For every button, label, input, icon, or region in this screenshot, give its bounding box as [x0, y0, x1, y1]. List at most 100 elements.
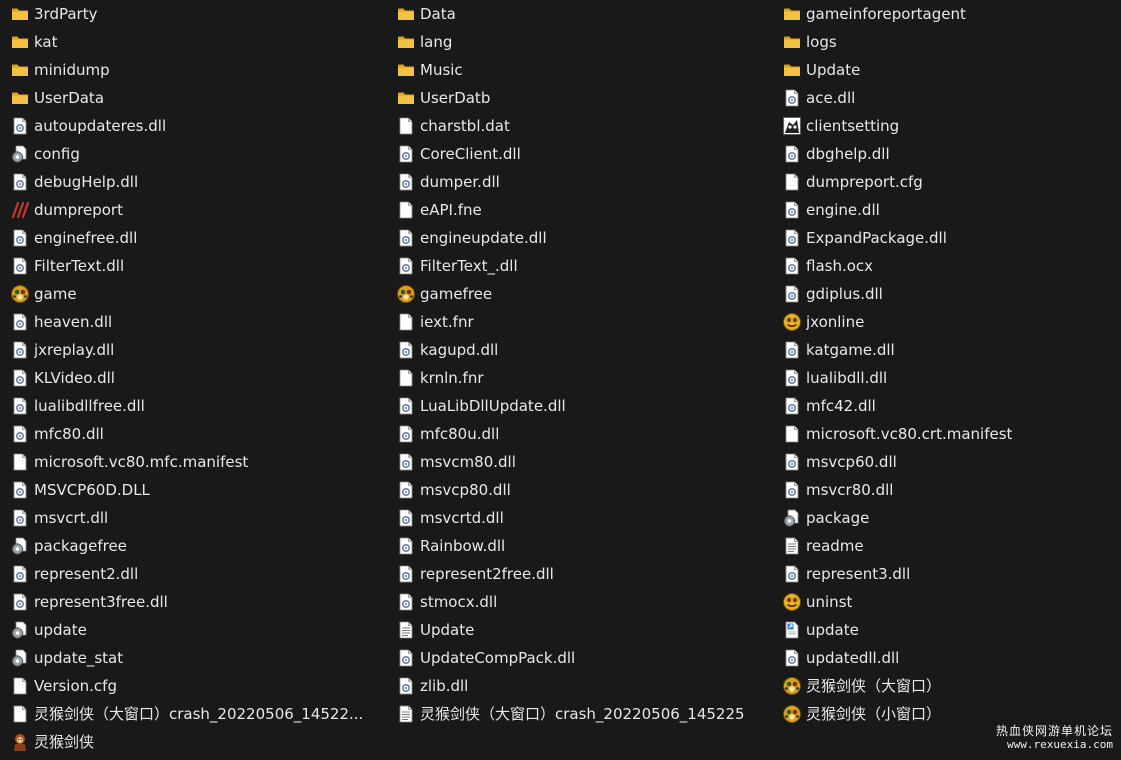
dll-icon [10, 396, 30, 416]
file-name: FilterText.dll [34, 257, 125, 275]
file-item-updatecomppack-dll[interactable]: UpdateCompPack.dll [396, 644, 575, 672]
blank-file-icon [10, 452, 30, 472]
file-item-represent3-dll[interactable]: represent3.dll [782, 560, 910, 588]
file-item-mfc42-dll[interactable]: mfc42.dll [782, 392, 876, 420]
file-item-uninst[interactable]: uninst [782, 588, 852, 616]
file-item-katgame-dll[interactable]: katgame.dll [782, 336, 895, 364]
file-name: jxreplay.dll [34, 341, 115, 359]
file-item-coreclient-dll[interactable]: CoreClient.dll [396, 140, 521, 168]
file-item-rainbow-dll[interactable]: Rainbow.dll [396, 532, 505, 560]
dll-icon [782, 340, 802, 360]
file-item-eapi-fne[interactable]: eAPI.fne [396, 196, 482, 224]
folder-icon [782, 32, 802, 52]
file-item-update[interactable]: update [782, 616, 859, 644]
file-item-msvcp60d-dll[interactable]: MSVCP60D.DLL [10, 476, 150, 504]
file-item-microsoft-vc80-crt-manifest[interactable]: microsoft.vc80.crt.manifest [782, 420, 1012, 448]
file-item-engine-dll[interactable]: engine.dll [782, 196, 880, 224]
file-item-iext-fnr[interactable]: iext.fnr [396, 308, 474, 336]
file-item-userdata[interactable]: UserData [10, 84, 104, 112]
dll-icon [396, 508, 416, 528]
game-app-icon [10, 284, 30, 304]
file-item-autoupdateres-dll[interactable]: autoupdateres.dll [10, 112, 166, 140]
file-item-dumper-dll[interactable]: dumper.dll [396, 168, 500, 196]
file-item-flash-ocx[interactable]: flash.ocx [782, 252, 873, 280]
file-item-update[interactable]: Update [396, 616, 474, 644]
file-name: UserDatb [420, 89, 491, 107]
file-item-msvcrtd-dll[interactable]: msvcrtd.dll [396, 504, 504, 532]
file-item-lualibdllfree-dll[interactable]: lualibdllfree.dll [10, 392, 145, 420]
file-item-dbghelp-dll[interactable]: dbghelp.dll [782, 140, 890, 168]
file-item-item[interactable]: 灵猴剑侠 [10, 728, 94, 756]
file-item-kagupd-dll[interactable]: kagupd.dll [396, 336, 498, 364]
file-item-debughelp-dll[interactable]: debugHelp.dll [10, 168, 138, 196]
file-item-lualibdll-dll[interactable]: lualibdll.dll [782, 364, 887, 392]
file-item-msvcm80-dll[interactable]: msvcm80.dll [396, 448, 516, 476]
dll-icon [10, 228, 30, 248]
file-item-game[interactable]: game [10, 280, 77, 308]
file-item-mfc80u-dll[interactable]: mfc80u.dll [396, 420, 499, 448]
file-item-dumpreport[interactable]: dumpreport [10, 196, 123, 224]
file-name: updatedll.dll [806, 649, 900, 667]
file-item-gamefree[interactable]: gamefree [396, 280, 492, 308]
file-item-kat[interactable]: kat [10, 28, 58, 56]
file-item-gameinforeportagent[interactable]: gameinforeportagent [782, 0, 966, 28]
file-item-mfc80-dll[interactable]: mfc80.dll [10, 420, 104, 448]
file-item-microsoft-vc80-mfc-manifest[interactable]: microsoft.vc80.mfc.manifest [10, 448, 248, 476]
file-item-item[interactable]: 灵猴剑侠（小窗口） [782, 700, 941, 728]
file-item-enginefree-dll[interactable]: enginefree.dll [10, 224, 137, 252]
file-item-jxreplay-dll[interactable]: jxreplay.dll [10, 336, 114, 364]
file-item-crash-20220506-14522[interactable]: 灵猴剑侠（大窗口）crash_20220506_14522... [10, 700, 363, 728]
file-item-heaven-dll[interactable]: heaven.dll [10, 308, 112, 336]
file-name: debugHelp.dll [34, 173, 139, 191]
file-item-clientsetting[interactable]: clientsetting [782, 112, 899, 140]
file-item-music[interactable]: Music [396, 56, 463, 84]
file-item-represent2free-dll[interactable]: represent2free.dll [396, 560, 554, 588]
file-item-readme[interactable]: readme [782, 532, 864, 560]
file-item-lualibdllupdate-dll[interactable]: LuaLibDllUpdate.dll [396, 392, 566, 420]
file-item-package[interactable]: package [782, 504, 869, 532]
file-item-update-stat[interactable]: update_stat [10, 644, 123, 672]
file-item-msvcr80-dll[interactable]: msvcr80.dll [782, 476, 893, 504]
file-item-lang[interactable]: lang [396, 28, 452, 56]
file-item-update[interactable]: update [10, 616, 87, 644]
file-item-represent3free-dll[interactable]: represent3free.dll [10, 588, 168, 616]
file-item-userdatb[interactable]: UserDatb [396, 84, 490, 112]
file-item-msvcrt-dll[interactable]: msvcrt.dll [10, 504, 108, 532]
file-item-jxonline[interactable]: jxonline [782, 308, 864, 336]
dll-icon [396, 648, 416, 668]
file-item-dumpreport-cfg[interactable]: dumpreport.cfg [782, 168, 923, 196]
file-item-version-cfg[interactable]: Version.cfg [10, 672, 117, 700]
yellow-app-icon [782, 312, 802, 332]
file-item-data[interactable]: Data [396, 0, 456, 28]
file-item-msvcp80-dll[interactable]: msvcp80.dll [396, 476, 511, 504]
file-item-updatedll-dll[interactable]: updatedll.dll [782, 644, 899, 672]
file-item-packagefree[interactable]: packagefree [10, 532, 127, 560]
file-item-represent2-dll[interactable]: represent2.dll [10, 560, 138, 588]
file-item-crash-20220506-145225[interactable]: 灵猴剑侠（大窗口）crash_20220506_145225 [396, 700, 745, 728]
file-item-config[interactable]: config [10, 140, 80, 168]
dll-icon [782, 88, 802, 108]
file-item-klvideo-dll[interactable]: KLVideo.dll [10, 364, 115, 392]
file-name: config [34, 145, 80, 163]
dll-icon [396, 144, 416, 164]
file-name: packagefree [34, 537, 127, 555]
file-item-charstbl-dat[interactable]: charstbl.dat [396, 112, 510, 140]
file-name: microsoft.vc80.crt.manifest [806, 425, 1013, 443]
file-item-minidump[interactable]: minidump [10, 56, 110, 84]
file-item-stmocx-dll[interactable]: stmocx.dll [396, 588, 497, 616]
file-item-engineupdate-dll[interactable]: engineupdate.dll [396, 224, 547, 252]
file-item-zlib-dll[interactable]: zlib.dll [396, 672, 468, 700]
file-item-item[interactable]: 灵猴剑侠（大窗口） [782, 672, 941, 700]
file-item-filtertext-dll[interactable]: FilterText_.dll [396, 252, 518, 280]
file-item-update[interactable]: Update [782, 56, 860, 84]
file-item-ace-dll[interactable]: ace.dll [782, 84, 855, 112]
file-item-expandpackage-dll[interactable]: ExpandPackage.dll [782, 224, 947, 252]
file-item-gdiplus-dll[interactable]: gdiplus.dll [782, 280, 883, 308]
file-item-msvcp60-dll[interactable]: msvcp60.dll [782, 448, 897, 476]
file-item-3rdparty[interactable]: 3rdParty [10, 0, 97, 28]
file-item-filtertext-dll[interactable]: FilterText.dll [10, 252, 124, 280]
file-name: lualibdll.dll [806, 369, 888, 387]
file-item-logs[interactable]: logs [782, 28, 837, 56]
file-name: mfc80u.dll [420, 425, 500, 443]
file-item-krnln-fnr[interactable]: krnln.fnr [396, 364, 484, 392]
